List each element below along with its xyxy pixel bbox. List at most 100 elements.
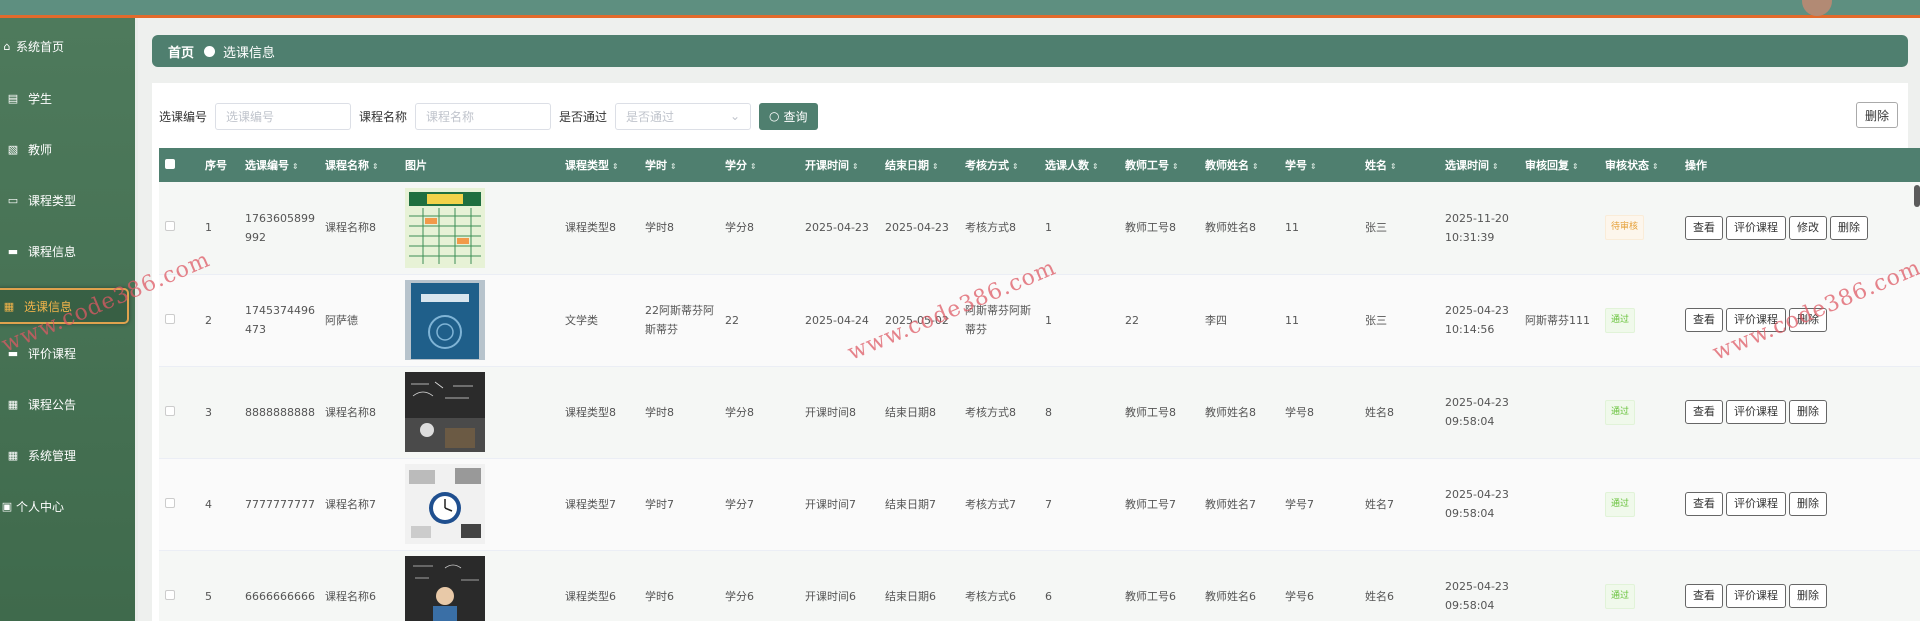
cell-code: 1745374496473 — [245, 304, 315, 336]
view-button[interactable]: 查看 — [1685, 400, 1723, 424]
col-header[interactable]: 考核方式 ⇕ — [959, 148, 1039, 182]
cell-exam: 考核方式8 — [965, 405, 1016, 419]
col-header[interactable]: 学号 ⇕ — [1279, 148, 1359, 182]
sidebar-item-student[interactable]: ▤ 学生 — [0, 80, 135, 116]
cell-hours: 学时8 — [645, 221, 674, 235]
breadcrumb-current: 选课信息 — [223, 45, 276, 61]
cell-course: 课程名称8 — [325, 405, 376, 419]
cell-sname: 张三 — [1365, 313, 1387, 327]
evaluate-button[interactable]: 评价课程 — [1726, 584, 1786, 608]
edit-button[interactable]: 修改 — [1789, 215, 1827, 240]
query-button[interactable]: ○ 查询 — [759, 102, 818, 130]
batch-delete-button[interactable]: 删除 — [1856, 102, 1898, 128]
sort-icon: ⇕ — [1092, 162, 1099, 171]
cell-hours: 学时8 — [645, 405, 674, 419]
evaluate-button[interactable]: 评价课程 — [1726, 492, 1786, 516]
header-label: 选课时间 — [1445, 159, 1489, 172]
header-label: 考核方式 — [965, 159, 1009, 172]
sort-icon: ⇕ — [1310, 162, 1317, 171]
sidebar-item-course-info[interactable]: ▬ 课程信息 — [0, 233, 135, 269]
delete-button[interactable]: 删除 — [1789, 492, 1827, 516]
evaluate-button[interactable]: 评价课程 — [1726, 215, 1786, 240]
sidebar-item-profile[interactable]: ▣ 个人中心 — [0, 488, 135, 524]
header-label: 学分 — [725, 159, 747, 172]
search-bar: 选课编号 选课编号 课程名称 课程名称 是否通过 是否通过 ⌄ ○ 查询 — [159, 102, 818, 130]
cell-end: 结束日期8 — [885, 405, 936, 419]
status-badge: 通过 — [1605, 399, 1636, 425]
course-image — [399, 274, 559, 366]
status-badge: 待审核 — [1605, 215, 1645, 241]
col-header[interactable]: 课程名称 ⇕ — [319, 148, 399, 182]
cell-start: 开课时间6 — [805, 589, 856, 603]
delete-button[interactable]: 删除 — [1830, 215, 1868, 240]
status-cell: 待审核 — [1599, 182, 1679, 274]
col-header[interactable]: 审核状态 ⇕ — [1599, 148, 1679, 182]
col-header[interactable]: 学时 ⇕ — [639, 148, 719, 182]
row-checkbox[interactable] — [159, 366, 199, 458]
delete-button[interactable]: 删除 — [1789, 584, 1827, 608]
sort-icon: ⇕ — [932, 162, 939, 171]
sidebar-item-course-type[interactable]: ▭ 课程类型 — [0, 182, 135, 218]
row-actions: 查看 评价课程 删除 — [1679, 550, 1920, 621]
row-index: 5 — [205, 589, 212, 603]
row-checkbox[interactable] — [159, 550, 199, 621]
col-header[interactable]: 教师姓名 ⇕ — [1199, 148, 1279, 182]
cell-tid: 教师工号8 — [1125, 221, 1176, 235]
col-header[interactable]: 开课时间 ⇕ — [799, 148, 879, 182]
user-avatar[interactable] — [1802, 0, 1832, 16]
cell-credit: 学分8 — [725, 221, 754, 235]
cell-code: 1763605899992 — [245, 211, 315, 244]
col-header[interactable]: 教师工号 ⇕ — [1119, 148, 1199, 182]
delete-button[interactable]: 删除 — [1789, 400, 1827, 424]
cell-sid: 11 — [1285, 221, 1299, 235]
sort-icon: ⇕ — [1172, 162, 1179, 171]
col-header[interactable]: 姓名 ⇕ — [1359, 148, 1439, 182]
cell-course: 课程名称8 — [325, 221, 376, 235]
view-button[interactable]: 查看 — [1685, 308, 1723, 332]
view-button[interactable]: 查看 — [1685, 492, 1723, 516]
col-header[interactable]: 选课编号 ⇕ — [239, 148, 319, 182]
sort-icon: ⇕ — [612, 162, 619, 171]
sidebar-item-announcement[interactable]: ▦ 课程公告 — [0, 386, 135, 422]
code-input[interactable]: 选课编号 — [215, 102, 352, 130]
cell-code: 7777777777 — [245, 497, 315, 511]
view-button[interactable]: 查看 — [1685, 584, 1723, 608]
sort-icon: ⇕ — [372, 162, 379, 171]
cell-count: 7 — [1045, 497, 1052, 511]
cell-count: 8 — [1045, 405, 1052, 419]
checkbox-box — [165, 589, 175, 600]
cell-tname: 李四 — [1205, 313, 1227, 327]
col-header[interactable]: 选课人数 ⇕ — [1039, 148, 1119, 182]
col-header[interactable]: 课程类型 ⇕ — [559, 148, 639, 182]
col-header[interactable]: 学分 ⇕ — [719, 148, 799, 182]
sidebar-item-home[interactable]: ⌂ 系统首页 — [0, 28, 135, 64]
sidebar-item-teacher[interactable]: ▧ 教师 — [0, 131, 135, 167]
row-checkbox[interactable] — [159, 458, 199, 550]
col-header[interactable]: 结束日期 ⇕ — [879, 148, 959, 182]
col-header[interactable]: 选课时间 ⇕ — [1439, 148, 1519, 182]
breadcrumb-home[interactable]: 首页 — [168, 42, 194, 61]
cell-tid: 教师工号7 — [1125, 497, 1176, 511]
evaluate-button[interactable]: 评价课程 — [1726, 400, 1786, 424]
monitor-icon: ▭ — [7, 193, 19, 207]
code-label: 选课编号 — [159, 109, 208, 124]
passed-select[interactable]: 是否通过 ⌄ — [615, 102, 752, 130]
cell-reply — [1519, 182, 1599, 274]
scrollbar-thumb[interactable] — [1914, 185, 1920, 207]
status-badge: 通过 — [1605, 307, 1636, 333]
header-label: 审核回复 — [1525, 159, 1569, 172]
select-all-checkbox[interactable] — [159, 148, 199, 182]
cell-exam: 考核方式8 — [965, 221, 1016, 235]
sidebar-item-system[interactable]: ▦ 系统管理 — [0, 437, 135, 473]
cell-hours: 学时7 — [645, 497, 674, 511]
course-input[interactable]: 课程名称 — [415, 102, 552, 130]
status-cell: 通过 — [1599, 274, 1679, 366]
cell-type: 课程类型7 — [565, 497, 616, 511]
col-header[interactable]: 审核回复 ⇕ — [1519, 148, 1599, 182]
cell-start: 开课时间7 — [805, 497, 856, 511]
search-icon: ○ — [769, 109, 780, 123]
sort-icon: ⇕ — [1252, 162, 1259, 171]
breadcrumb: 首页 选课信息 — [152, 35, 1908, 67]
view-button[interactable]: 查看 — [1685, 215, 1723, 240]
cell-course: 课程名称6 — [325, 589, 376, 603]
